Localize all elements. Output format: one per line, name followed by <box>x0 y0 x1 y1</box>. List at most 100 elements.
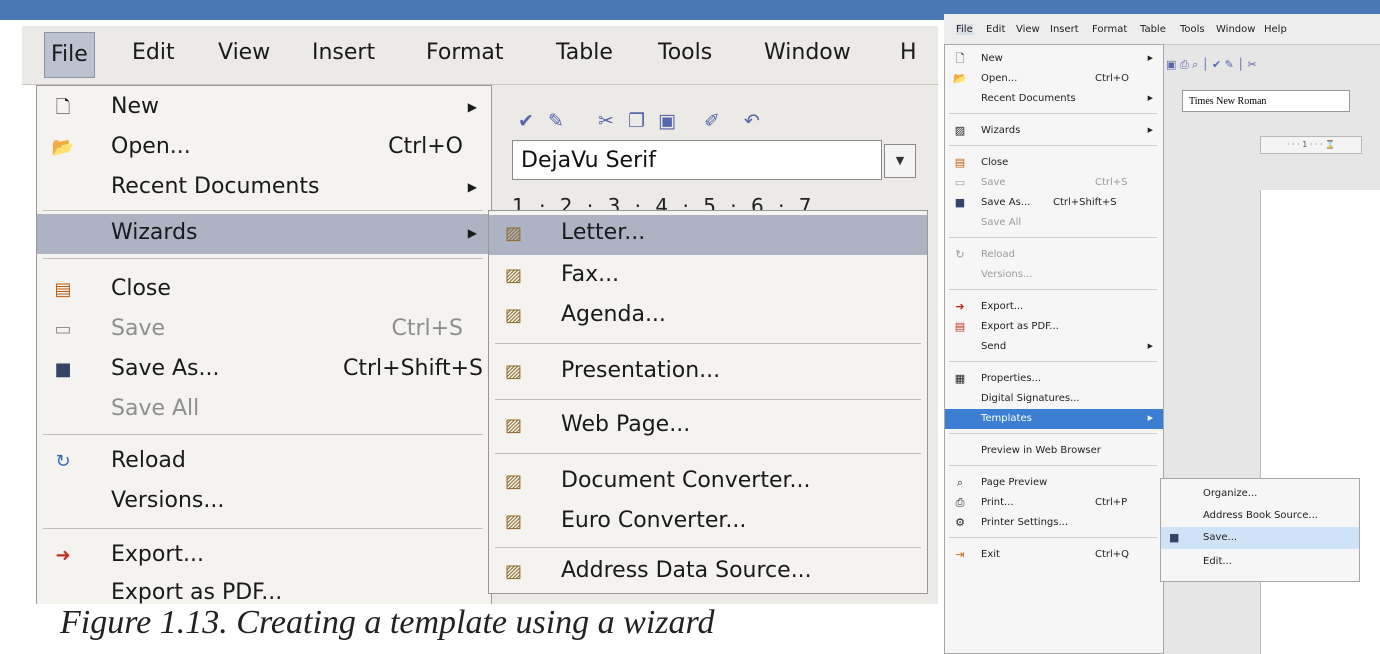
menu-item-reload[interactable]: ↻ Reload <box>945 245 1163 265</box>
menu-item-page-preview[interactable]: ⌕ Page Preview <box>945 473 1163 493</box>
format-paintbrush-icon[interactable]: ✐ <box>704 110 720 132</box>
menu-item-versions[interactable]: Versions... <box>37 482 491 522</box>
wizard-item-letter[interactable]: ▨ Letter... <box>489 215 927 255</box>
menu-edit[interactable]: Edit <box>986 24 1005 35</box>
menu-tools[interactable]: Tools <box>658 40 712 65</box>
menu-item-save[interactable]: ▭ Save Ctrl+S <box>37 310 491 350</box>
copy-icon[interactable]: ❐ <box>628 110 645 132</box>
menu-item-export-pdf[interactable]: Export as PDF... <box>37 574 491 604</box>
menu-item-exit[interactable]: ⇥ Exit Ctrl+Q <box>945 545 1163 565</box>
menu-item-wizards[interactable]: ▨ Wizards ▶ <box>945 121 1163 141</box>
file-menu: 🗋 New ▶ 📂 Open... Ctrl+O Recent Document… <box>36 85 492 604</box>
menu-item-digital-signatures[interactable]: Digital Signatures... <box>945 389 1163 409</box>
menu-format[interactable]: Format <box>426 40 504 65</box>
menu-item-save-as[interactable]: ■ Save As... Ctrl+Shift+S <box>37 350 491 390</box>
reload-icon: ↻ <box>955 248 965 261</box>
save-icon: ▭ <box>954 176 966 189</box>
menu-tools[interactable]: Tools <box>1180 24 1205 35</box>
wizard-icon: ▨ <box>505 561 523 582</box>
wizard-icon: ▨ <box>505 415 523 436</box>
wizard-item-document-converter[interactable]: ▨ Document Converter... <box>489 463 927 503</box>
menu-item-close[interactable]: ▤ Close <box>945 153 1163 173</box>
template-item-organize[interactable]: Organize... <box>1161 483 1359 505</box>
menu-item-printer-settings[interactable]: ⚙ Printer Settings... <box>945 513 1163 533</box>
menu-item-save-as[interactable]: ■ Save As... Ctrl+Shift+S <box>945 193 1163 213</box>
wizard-item-agenda[interactable]: ▨ Agenda... <box>489 297 927 337</box>
menu-item-close[interactable]: ▤ Close <box>37 270 491 310</box>
submenu-arrow-icon: ▶ <box>467 180 477 194</box>
menu-item-new[interactable]: 🗋 New ▶ <box>37 88 491 128</box>
undo-icon[interactable]: ↶ <box>744 110 760 132</box>
menu-item-export-pdf[interactable]: ▤ Export as PDF... <box>945 317 1163 337</box>
templates-submenu: Organize... Address Book Source... ■ Sav… <box>1160 478 1360 582</box>
spellcheck-icon[interactable]: ✔ <box>518 110 534 132</box>
menu-window[interactable]: Window <box>1216 24 1255 35</box>
menu-item-reload[interactable]: ↻ Reload <box>37 442 491 482</box>
menu-item-save[interactable]: ▭ Save Ctrl+S <box>945 173 1163 193</box>
paste-icon[interactable]: ▣ <box>658 110 676 132</box>
menu-file[interactable]: File <box>956 24 973 35</box>
reload-icon: ↻ <box>55 451 71 472</box>
close-document-icon: ▤ <box>954 156 966 169</box>
pdf-icon: ▤ <box>954 320 966 333</box>
menu-insert[interactable]: Insert <box>312 40 375 65</box>
save-as-icon: ■ <box>54 359 72 380</box>
template-item-edit[interactable]: Edit... <box>1161 551 1359 573</box>
export-icon: ➜ <box>955 300 965 313</box>
wizard-item-address-data-source[interactable]: ▨ Address Data Source... <box>489 553 927 593</box>
printer-icon: ⎙ <box>955 496 965 509</box>
wizard-icon: ▨ <box>505 305 523 326</box>
menu-separator <box>949 361 1157 362</box>
menu-table[interactable]: Table <box>1140 24 1166 35</box>
menu-item-wizards[interactable]: Wizards ▶ <box>37 214 491 254</box>
menu-item-templates[interactable]: Templates ▶ <box>945 409 1163 429</box>
menu-item-recent-documents[interactable]: Recent Documents ▶ <box>37 168 491 208</box>
menu-item-preview-web[interactable]: Preview in Web Browser <box>945 441 1163 461</box>
wizard-item-fax[interactable]: ▨ Fax... <box>489 257 927 297</box>
menu-view[interactable]: View <box>218 40 270 65</box>
wizard-item-euro-converter[interactable]: ▨ Euro Converter... <box>489 503 927 543</box>
menu-file[interactable]: File <box>44 32 95 78</box>
menu-help[interactable]: Help <box>1264 24 1287 35</box>
menu-item-export[interactable]: ➜ Export... <box>945 297 1163 317</box>
menu-separator <box>43 258 483 259</box>
menu-separator <box>949 537 1157 538</box>
menu-separator <box>949 113 1157 114</box>
menu-view[interactable]: View <box>1016 24 1040 35</box>
cut-icon[interactable]: ✂ <box>598 110 614 132</box>
save-icon: ▭ <box>54 319 72 340</box>
wizard-item-web-page[interactable]: ▨ Web Page... <box>489 407 927 447</box>
font-dropdown-button[interactable]: ▼ <box>884 144 916 178</box>
template-item-save[interactable]: ■ Save... <box>1161 527 1359 549</box>
menu-item-print[interactable]: ⎙ Print... Ctrl+P <box>945 493 1163 513</box>
font-name-box[interactable]: Times New Roman <box>1182 90 1350 112</box>
document-page <box>1260 190 1380 654</box>
menu-table[interactable]: Table <box>556 40 613 65</box>
menu-separator <box>949 289 1157 290</box>
menu-item-save-all[interactable]: Save All <box>37 390 491 430</box>
menu-item-properties[interactable]: ▦ Properties... <box>945 369 1163 389</box>
menu-item-export[interactable]: ➜ Export... <box>37 536 491 576</box>
font-name-box[interactable]: DejaVu Serif <box>512 140 882 180</box>
menu-item-versions[interactable]: Versions... <box>945 265 1163 285</box>
menu-separator <box>495 547 921 548</box>
template-item-address-book[interactable]: Address Book Source... <box>1161 505 1359 527</box>
wizard-item-presentation[interactable]: ▨ Presentation... <box>489 353 927 393</box>
wizard-icon: ▨ <box>954 124 966 137</box>
menu-item-open[interactable]: 📂 Open... Ctrl+O <box>945 69 1163 89</box>
menu-separator <box>949 145 1157 146</box>
menu-item-new[interactable]: 🗋 New ▶ <box>945 49 1163 69</box>
menu-item-recent-documents[interactable]: Recent Documents ▶ <box>945 89 1163 109</box>
menu-item-save-all[interactable]: Save All <box>945 213 1163 233</box>
submenu-arrow-icon: ▶ <box>1147 126 1153 134</box>
autospell-icon[interactable]: ✎ <box>548 110 564 132</box>
menu-edit[interactable]: Edit <box>132 40 175 65</box>
menu-insert[interactable]: Insert <box>1050 24 1079 35</box>
menu-window[interactable]: Window <box>764 40 851 65</box>
menu-format[interactable]: Format <box>1092 24 1127 35</box>
menu-item-open[interactable]: 📂 Open... Ctrl+O <box>37 128 491 168</box>
menu-help[interactable]: H <box>900 40 917 65</box>
figure-caption: Figure 1.13. Creating a template using a… <box>60 604 715 641</box>
menu-item-send[interactable]: Send ▶ <box>945 337 1163 357</box>
menu-separator <box>949 237 1157 238</box>
